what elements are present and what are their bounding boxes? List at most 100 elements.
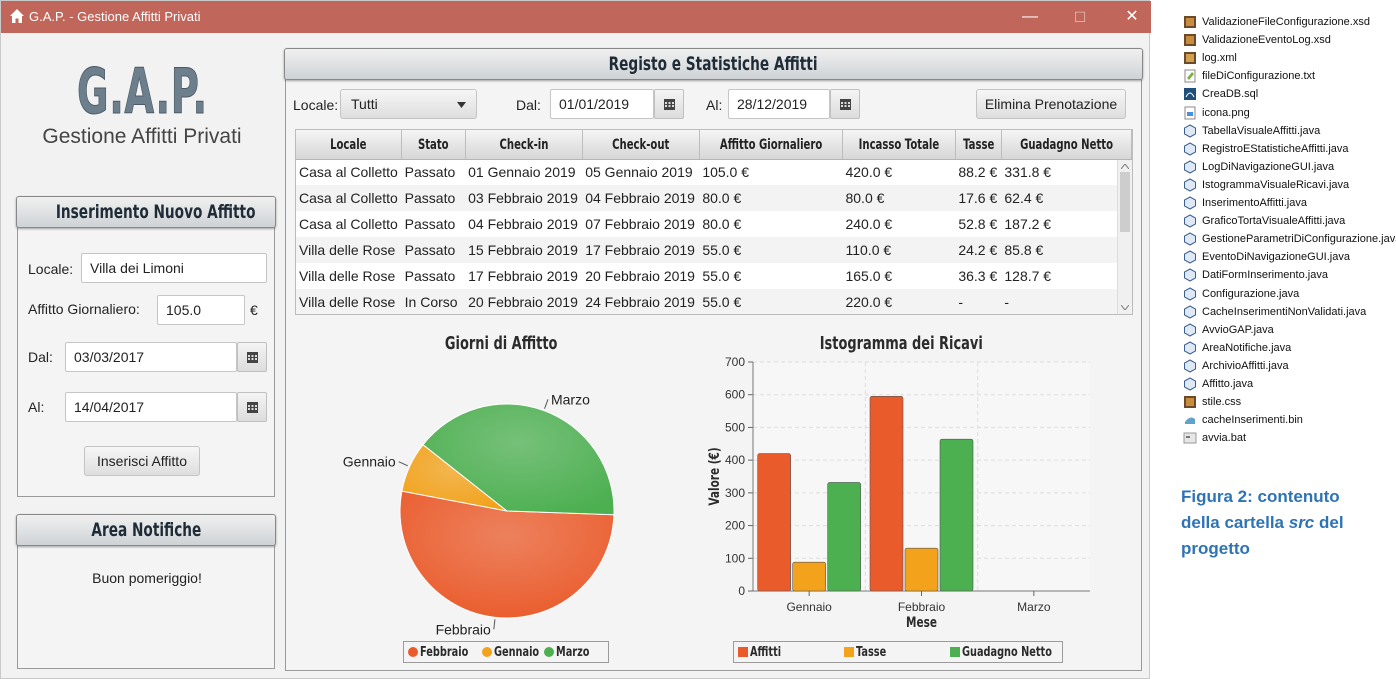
file-name: LogDiNavigazioneGUI.java xyxy=(1202,160,1335,173)
java-file-icon xyxy=(1184,196,1196,210)
column-header[interactable]: Locale xyxy=(296,130,403,160)
table-cell: 07 Febbraio 2019 xyxy=(585,216,695,232)
bat-file-icon xyxy=(1183,432,1197,444)
table-row[interactable]: Villa delle Rose Passato 17 Febbraio 2019 2… xyxy=(296,263,1132,289)
table-cell: 80.0 € xyxy=(699,185,843,211)
legend-item: Guadagno Netto xyxy=(950,644,1082,660)
minimize-button[interactable]: — xyxy=(1019,7,1041,27)
calendar-icon xyxy=(247,352,258,363)
file-name: log.xml xyxy=(1202,52,1237,65)
logo-title: G.A.P. xyxy=(76,55,208,129)
table-cell: Casa al Colletto xyxy=(299,216,398,232)
java-file-icon xyxy=(1184,160,1196,174)
dal-date-input[interactable]: 03/03/2017 xyxy=(65,342,237,372)
filter-dal-input[interactable]: 01/01/2019 xyxy=(550,89,654,119)
filter-al-calendar-button[interactable] xyxy=(830,89,860,119)
file-name: Affitto.java xyxy=(1202,378,1254,390)
column-header[interactable]: Tasse xyxy=(955,130,1002,160)
file-name: RegistroEStatisticheAffitti.java xyxy=(1202,142,1349,155)
elimina-prenotazione-button[interactable]: Elimina Prenotazione xyxy=(976,89,1126,119)
al-calendar-button[interactable] xyxy=(237,392,267,422)
filter-dal-calendar-button[interactable] xyxy=(654,89,684,119)
file-name: AreaNotifiche.java xyxy=(1202,341,1292,354)
file-name: fileDiConfigurazione.txt xyxy=(1202,70,1316,83)
y-tick-label: 0 xyxy=(738,584,745,598)
dal-calendar-button[interactable] xyxy=(237,342,267,372)
legend-item: Marzo xyxy=(544,644,601,660)
table-cell: 20 Febbraio 2019 xyxy=(585,268,695,284)
file-name: GraficoTortaVisualeAffitti.java xyxy=(1202,215,1346,228)
pie-chart-title: Giorni di Affitto xyxy=(444,333,558,354)
table-scrollbar[interactable] xyxy=(1117,160,1132,314)
file-name: CreaDB.sql xyxy=(1202,88,1259,101)
bar-affitti xyxy=(869,396,904,592)
al-label: Al: xyxy=(28,399,45,415)
scrollbar-thumb[interactable] xyxy=(1120,172,1130,232)
app-window: G.A.P. - Gestione Affitti Privati — ☐ ✕ … xyxy=(0,0,1151,679)
css-file-icon xyxy=(1184,396,1196,409)
x-tick-label: Gennaio xyxy=(786,600,832,614)
table-cell: 15 Febbraio 2019 xyxy=(465,237,583,263)
xml-file-icon xyxy=(1184,52,1196,65)
column-header[interactable]: Check-out xyxy=(582,130,700,160)
table-cell: Passato xyxy=(404,268,456,284)
column-header[interactable]: Guadagno Netto xyxy=(1001,130,1132,160)
table-cell: 80.0 € xyxy=(842,185,956,211)
insert-panel-header: Inserimento Nuovo Affitto xyxy=(16,196,276,228)
table-cell: 52.8 € xyxy=(958,216,998,232)
legend-swatch xyxy=(950,647,960,657)
file-name: CacheInserimentiNonValidati.java xyxy=(1202,305,1367,318)
pie-label-line xyxy=(493,619,496,630)
table-cell: 17 Febbraio 2019 xyxy=(468,268,578,284)
chevron-down-icon xyxy=(457,102,466,108)
legend-swatch xyxy=(408,647,418,657)
file-name: Configurazione.java xyxy=(1202,287,1300,300)
al-date-input[interactable]: 14/04/2017 xyxy=(65,392,237,422)
insert-panel: Inserimento Nuovo Affitto Locale: Villa … xyxy=(16,196,276,497)
y-axis-title: Valore (€) xyxy=(707,447,723,505)
java-file-icon xyxy=(1184,214,1196,228)
maximize-button[interactable]: ☐ xyxy=(1069,7,1091,27)
file-name: icona.png xyxy=(1202,106,1250,119)
column-header[interactable]: Affitto Giornaliero xyxy=(699,130,843,160)
table-cell: 80.0 € xyxy=(702,216,742,232)
column-header[interactable]: Stato xyxy=(401,130,466,160)
filter-locale-label: Locale: xyxy=(293,97,339,113)
y-tick-label: 500 xyxy=(725,420,745,434)
column-header[interactable]: Check-in xyxy=(465,130,583,160)
table-cell: 105.0 € xyxy=(702,164,750,181)
table-row[interactable]: Villa delle Rose In Corso 20 Febbraio 2019… xyxy=(296,289,1132,314)
pie-label-line xyxy=(544,399,549,409)
legend-item: Tasse xyxy=(844,644,896,660)
title-bar: G.A.P. - Gestione Affitti Privati — ☐ ✕ xyxy=(1,1,1151,33)
y-tick-label: 400 xyxy=(725,453,745,467)
table-cell: 85.8 € xyxy=(1001,237,1132,263)
window-title: G.A.P. - Gestione Affitti Privati xyxy=(29,9,201,24)
filter-al-input[interactable]: 28/12/2019 xyxy=(728,89,830,119)
table-row[interactable]: Casa al Colletto Passato 01 Gennaio 2019 05… xyxy=(296,159,1132,185)
y-tick-label: 100 xyxy=(725,551,745,565)
legend-item: Febbraio xyxy=(408,644,484,660)
table-cell: 17.6 € xyxy=(955,185,1002,211)
locale-combobox[interactable]: Tutti xyxy=(340,89,477,119)
locale-input[interactable]: Villa dei Limoni xyxy=(81,253,267,283)
file-name: stile.css xyxy=(1202,396,1242,409)
table-cell: 55.0 € xyxy=(702,268,742,284)
legend-label: Guadagno Netto xyxy=(962,645,1052,660)
inserisci-affitto-button[interactable]: Inserisci Affitto xyxy=(84,446,200,476)
affitto-giornaliero-input[interactable]: 105.0 xyxy=(157,295,245,325)
column-header[interactable]: Incasso Totale xyxy=(842,130,956,160)
close-button[interactable]: ✕ xyxy=(1121,7,1143,27)
table-cell: 420.0 € xyxy=(845,164,893,181)
locale-label: Locale: xyxy=(28,261,74,277)
home-icon xyxy=(10,9,24,23)
table-row[interactable]: Casa al Colletto Passato 03 Febbraio 2019 0… xyxy=(296,185,1132,211)
file-name: EventoDiNavigazioneGUI.java xyxy=(1202,251,1350,264)
file-name: avvia.bat xyxy=(1202,432,1247,445)
table-row[interactable]: Casa al Colletto Passato 04 Febbraio 2019 0… xyxy=(296,211,1132,237)
table-row[interactable]: Villa delle Rose Passato 15 Febbraio 2019 1… xyxy=(296,237,1132,263)
table-cell: Villa delle Rose xyxy=(296,237,402,263)
sql-file-icon xyxy=(1184,88,1196,101)
file-name: ArchivioAffitti.java xyxy=(1202,359,1289,372)
legend-item: Affitti xyxy=(738,644,791,660)
